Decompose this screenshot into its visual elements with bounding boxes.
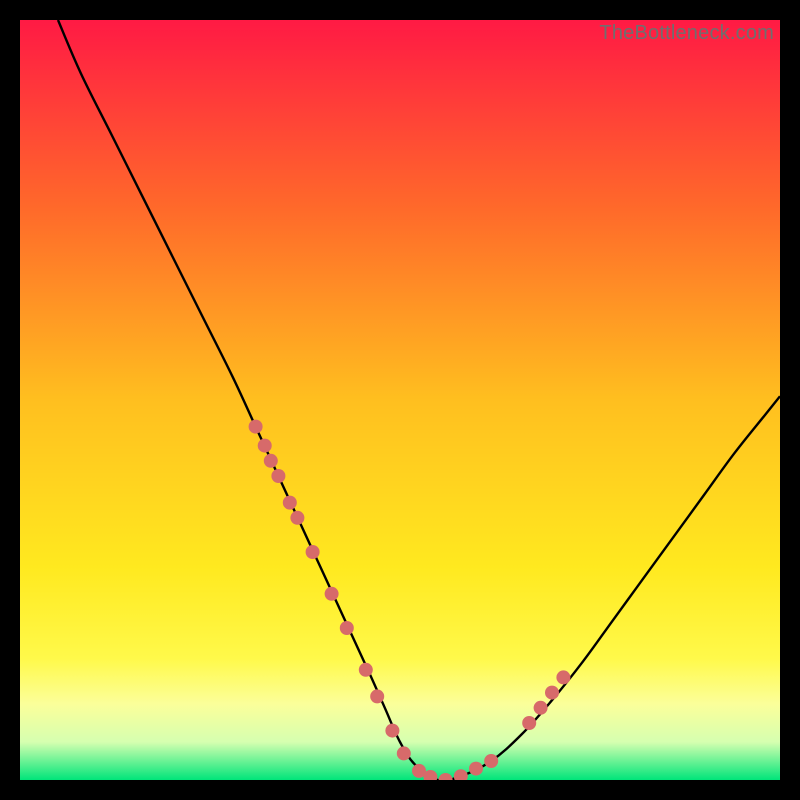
chart-svg: [20, 20, 780, 780]
scatter-dot: [534, 701, 548, 715]
scatter-dot: [271, 469, 285, 483]
scatter-dot: [258, 439, 272, 453]
watermark-text: TheBottleneck.com: [599, 22, 774, 45]
scatter-dot: [522, 716, 536, 730]
scatter-dot: [325, 587, 339, 601]
scatter-dot: [397, 746, 411, 760]
scatter-dot: [290, 511, 304, 525]
scatter-dot: [484, 754, 498, 768]
scatter-dot: [283, 496, 297, 510]
scatter-dot: [556, 670, 570, 684]
scatter-dot: [370, 689, 384, 703]
chart-frame: TheBottleneck.com: [20, 20, 780, 780]
scatter-dot: [469, 762, 483, 776]
scatter-dot: [545, 686, 559, 700]
scatter-dot: [264, 454, 278, 468]
scatter-dot: [359, 663, 373, 677]
scatter-dot: [385, 724, 399, 738]
chart-background: [20, 20, 780, 780]
scatter-dot: [306, 545, 320, 559]
scatter-dot: [249, 420, 263, 434]
scatter-dot: [340, 621, 354, 635]
